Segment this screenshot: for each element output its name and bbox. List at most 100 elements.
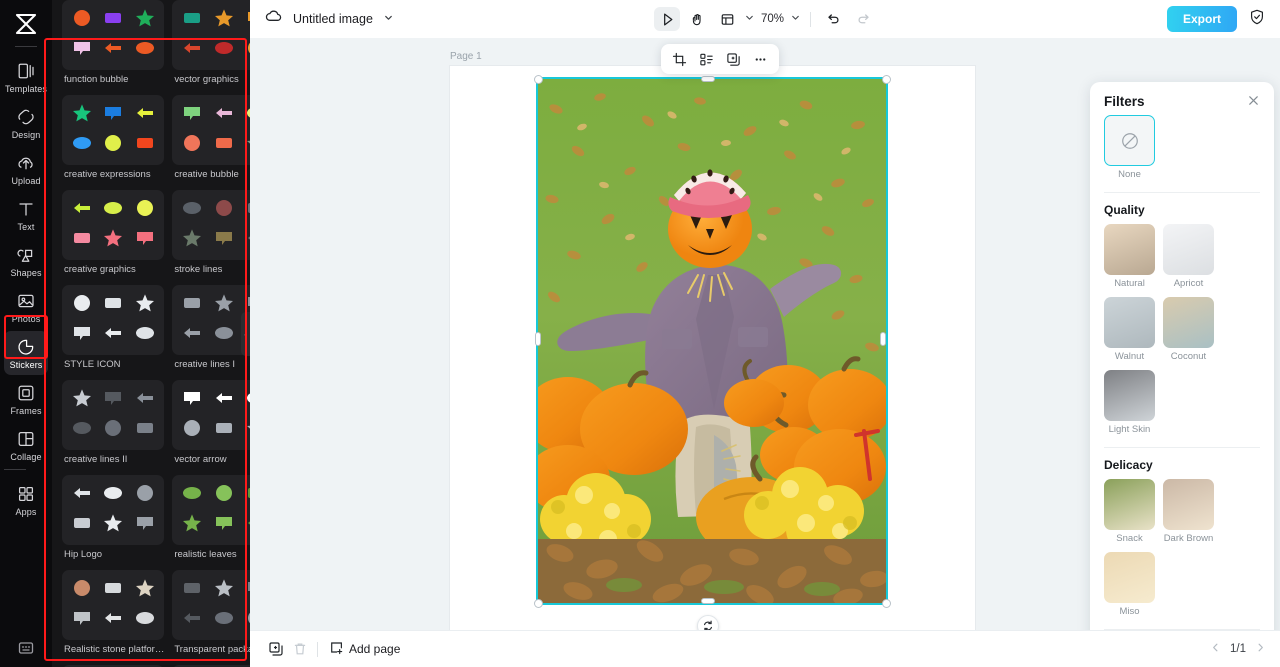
- sticker-item[interactable]: [102, 512, 124, 539]
- duplicate-page-button[interactable]: [264, 637, 288, 661]
- sticker-item[interactable]: [134, 387, 156, 414]
- canvas-area[interactable]: Page 1 Filters None Quality Natural Apri…: [250, 38, 1280, 630]
- stickers-scroll[interactable]: function bubble vector graphics creative e…: [52, 0, 250, 667]
- arrange-button[interactable]: [694, 47, 719, 71]
- undo-button[interactable]: [820, 7, 846, 31]
- sticker-item[interactable]: [102, 387, 124, 414]
- sticker-item[interactable]: [213, 387, 235, 414]
- sticker-item[interactable]: [102, 7, 124, 34]
- sticker-item[interactable]: [102, 132, 124, 159]
- sticker-item[interactable]: [102, 417, 124, 444]
- sticker-item[interactable]: [181, 577, 203, 604]
- sidebar-item-collage[interactable]: Collage: [4, 423, 48, 467]
- sticker-item[interactable]: [71, 387, 93, 414]
- keyboard-shortcut-button[interactable]: [0, 639, 52, 657]
- sidebar-item-design[interactable]: Design: [4, 101, 48, 145]
- sticker-item[interactable]: [102, 227, 124, 254]
- sticker-item[interactable]: [71, 417, 93, 444]
- filter-option[interactable]: Snack: [1104, 479, 1155, 544]
- panel-collapse-handle[interactable]: ‹: [241, 312, 250, 356]
- sticker-item[interactable]: [213, 7, 235, 34]
- sidebar-item-templates[interactable]: Templates: [4, 55, 48, 99]
- add-page-button[interactable]: Add page: [329, 640, 400, 658]
- zoom-level[interactable]: 70%: [759, 13, 786, 25]
- zoom-caret-icon[interactable]: [790, 10, 801, 28]
- sticker-item[interactable]: [134, 132, 156, 159]
- filter-option[interactable]: Apricot: [1163, 224, 1214, 289]
- sticker-item[interactable]: [181, 102, 203, 129]
- sticker-thumbnail[interactable]: [172, 285, 250, 355]
- layout-caret-icon[interactable]: [744, 10, 755, 28]
- sticker-item[interactable]: [71, 482, 93, 509]
- rotate-handle[interactable]: [697, 615, 719, 630]
- sticker-item[interactable]: [134, 512, 156, 539]
- sticker-item[interactable]: [71, 227, 93, 254]
- sticker-item[interactable]: [71, 322, 93, 349]
- sticker-item[interactable]: [134, 417, 156, 444]
- crop-button[interactable]: [667, 47, 692, 71]
- resize-handle-bottom-left[interactable]: [534, 599, 543, 608]
- chevron-down-icon[interactable]: [383, 10, 394, 28]
- sidebar-item-photos[interactable]: Photos: [4, 285, 48, 329]
- selected-image[interactable]: [536, 77, 888, 605]
- filters-body[interactable]: None Quality Natural Apricot Walnut Coconut L…: [1090, 115, 1274, 630]
- filter-option[interactable]: Light Skin: [1104, 370, 1155, 435]
- sticker-thumbnail[interactable]: [172, 95, 250, 165]
- sticker-thumbnail[interactable]: [172, 475, 250, 545]
- sticker-item[interactable]: [102, 37, 124, 64]
- sticker-thumbnail[interactable]: [62, 285, 165, 355]
- document-title[interactable]: Untitled image: [293, 12, 373, 26]
- cloud-icon[interactable]: [264, 7, 283, 31]
- sticker-item[interactable]: [102, 577, 124, 604]
- prev-page-button[interactable]: [1210, 642, 1221, 656]
- sidebar-item-stickers[interactable]: Stickers: [4, 331, 48, 375]
- sidebar-item-upload[interactable]: Upload: [4, 147, 48, 191]
- sticker-item[interactable]: [213, 37, 235, 64]
- sticker-item[interactable]: [213, 417, 235, 444]
- capcut-logo[interactable]: [11, 10, 41, 38]
- sticker-item[interactable]: [181, 132, 203, 159]
- sticker-item[interactable]: [71, 607, 93, 634]
- sticker-item[interactable]: [102, 607, 124, 634]
- resize-handle-left[interactable]: [535, 332, 541, 346]
- sticker-item[interactable]: [181, 7, 203, 34]
- sidebar-item-shapes[interactable]: Shapes: [4, 239, 48, 283]
- sticker-item[interactable]: [71, 512, 93, 539]
- sticker-item[interactable]: [102, 482, 124, 509]
- sticker-item[interactable]: [71, 292, 93, 319]
- sticker-item[interactable]: [213, 292, 235, 319]
- sticker-thumbnail[interactable]: [172, 570, 250, 640]
- filter-option[interactable]: Walnut: [1104, 297, 1155, 362]
- sticker-item[interactable]: [71, 577, 93, 604]
- sticker-item[interactable]: [134, 37, 156, 64]
- sticker-item[interactable]: [213, 322, 235, 349]
- sticker-item[interactable]: [181, 227, 203, 254]
- sticker-item[interactable]: [134, 7, 156, 34]
- sticker-item[interactable]: [181, 37, 203, 64]
- resize-handle-top-left[interactable]: [534, 75, 543, 84]
- sticker-item[interactable]: [181, 417, 203, 444]
- sticker-item[interactable]: [134, 292, 156, 319]
- resize-handle-top[interactable]: [701, 76, 715, 82]
- sticker-item[interactable]: [134, 227, 156, 254]
- sticker-item[interactable]: [71, 37, 93, 64]
- sticker-item[interactable]: [213, 132, 235, 159]
- layout-tool-button[interactable]: [714, 7, 740, 31]
- sticker-item[interactable]: [71, 102, 93, 129]
- shield-icon[interactable]: [1248, 8, 1266, 31]
- sticker-thumbnail[interactable]: [62, 95, 165, 165]
- sticker-item[interactable]: [213, 227, 235, 254]
- sticker-item[interactable]: [181, 292, 203, 319]
- sticker-thumbnail[interactable]: [62, 0, 165, 70]
- sticker-item[interactable]: [71, 7, 93, 34]
- sticker-item[interactable]: [181, 512, 203, 539]
- sticker-item[interactable]: [213, 102, 235, 129]
- select-tool-button[interactable]: [654, 7, 680, 31]
- sticker-item[interactable]: [102, 102, 124, 129]
- sticker-thumbnail[interactable]: [172, 190, 250, 260]
- sticker-thumbnail[interactable]: [62, 570, 165, 640]
- sticker-item[interactable]: [181, 482, 203, 509]
- sticker-item[interactable]: [71, 197, 93, 224]
- sticker-thumbnail[interactable]: [62, 190, 165, 260]
- sticker-item[interactable]: [134, 577, 156, 604]
